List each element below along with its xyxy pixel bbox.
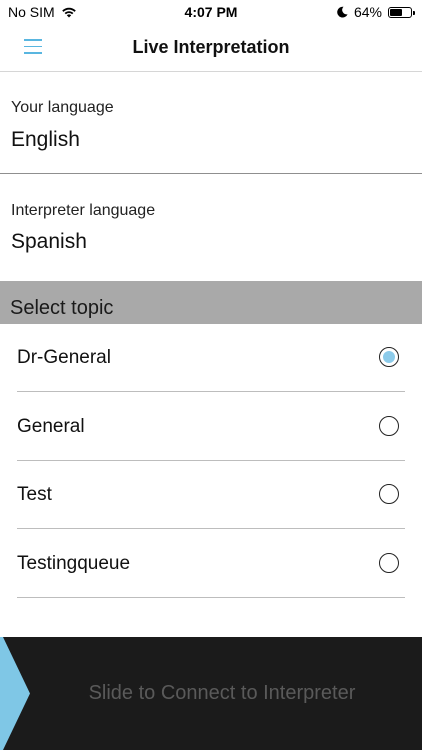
interpreter-language-field[interactable]: Interpreter language Spanish: [0, 174, 422, 281]
topic-row-testingqueue[interactable]: Testingqueue: [17, 530, 405, 598]
slider-label: Slide to Connect to Interpreter: [88, 682, 356, 704]
battery-icon: [388, 6, 415, 18]
interpreter-language-label: Interpreter language: [11, 202, 156, 219]
select-topic-label: Select topic: [10, 297, 114, 319]
your-language-field[interactable]: Your language English: [0, 73, 422, 174]
interpreter-language-value: Spanish: [11, 230, 87, 253]
topic-row-test[interactable]: Test: [17, 461, 405, 529]
radio-button[interactable]: [379, 553, 399, 573]
radio-button[interactable]: [379, 416, 399, 436]
topic-label: Testingqueue: [17, 553, 131, 574]
battery-level-fill: [390, 8, 402, 16]
radio-button[interactable]: [379, 347, 399, 367]
select-topic-header: Select topic: [0, 281, 422, 324]
moon-icon: [337, 6, 348, 18]
nav-bar: Live Interpretation: [0, 24, 422, 72]
battery-cap: [413, 10, 415, 15]
status-bar: No SIM 4:07 PM 64%: [0, 0, 422, 24]
topic-label: Dr-General: [17, 347, 111, 368]
your-language-value: English: [11, 128, 80, 151]
status-right: 64%: [337, 4, 415, 20]
slide-to-connect-slider[interactable]: Slide to Connect to Interpreter: [0, 637, 422, 750]
topic-row-dr-general[interactable]: Dr-General: [17, 324, 405, 392]
your-language-label: Your language: [11, 99, 114, 116]
page-title: Live Interpretation: [132, 37, 290, 57]
battery-percent: 64%: [353, 4, 382, 20]
topic-row-general[interactable]: General: [17, 393, 405, 461]
topic-label: Test: [17, 484, 52, 505]
radio-button[interactable]: [379, 484, 399, 504]
topic-label: General: [17, 416, 85, 437]
